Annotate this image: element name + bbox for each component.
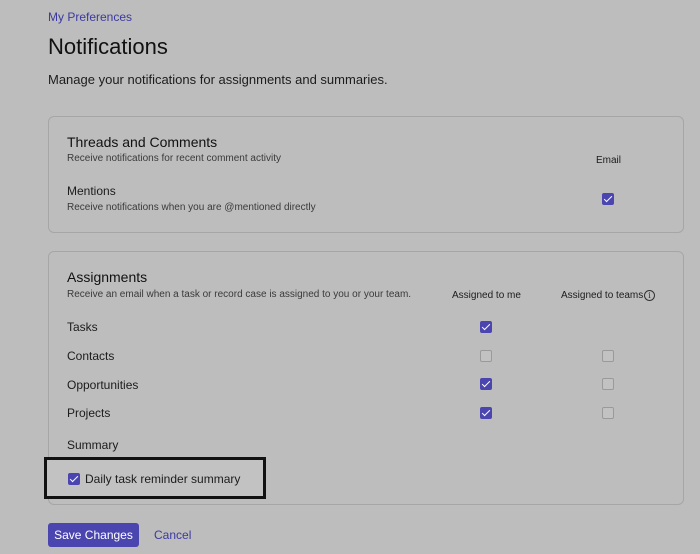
summary-section-label: Summary: [67, 438, 119, 452]
threads-card-title: Threads and Comments: [67, 134, 218, 150]
assignments-card-description: Receive an email when a task or record c…: [67, 289, 412, 300]
save-changes-button[interactable]: Save Changes: [48, 523, 139, 547]
assigned-to-me-header: Assigned to me: [452, 290, 521, 301]
assignments-card-title: Assignments: [67, 269, 148, 285]
cancel-button[interactable]: Cancel: [154, 528, 191, 542]
daily-summary-checkbox[interactable]: [68, 473, 80, 485]
projects-assigned-me-checkbox[interactable]: [480, 407, 492, 419]
page-subtitle: Manage your notifications for assignment…: [48, 72, 388, 87]
tasks-assigned-me-checkbox[interactable]: [480, 321, 492, 333]
mentions-description: Receive notifications when you are @ment…: [67, 202, 316, 213]
threads-card-description: Receive notifications for recent comment…: [67, 153, 281, 164]
opportunities-assigned-teams-checkbox[interactable]: [602, 378, 614, 390]
daily-summary-option[interactable]: Daily task reminder summary: [44, 457, 266, 499]
row-projects-label: Projects: [67, 406, 111, 420]
breadcrumb[interactable]: My Preferences: [48, 10, 132, 24]
email-column-header: Email: [596, 155, 622, 166]
info-icon[interactable]: i: [644, 290, 655, 301]
assigned-to-teams-header: Assigned to teams: [561, 290, 644, 301]
row-tasks-label: Tasks: [67, 320, 98, 334]
mentions-label: Mentions: [67, 184, 116, 198]
row-contacts-label: Contacts: [67, 349, 115, 363]
threads-comments-card: Threads and Comments Receive notificatio…: [48, 116, 684, 233]
contacts-assigned-teams-checkbox[interactable]: [602, 350, 614, 362]
page-title: Notifications: [48, 34, 168, 59]
opportunities-assigned-me-checkbox[interactable]: [480, 378, 492, 390]
contacts-assigned-me-checkbox[interactable]: [480, 350, 492, 362]
mentions-email-checkbox[interactable]: [602, 193, 614, 205]
projects-assigned-teams-checkbox[interactable]: [602, 407, 614, 419]
daily-summary-label: Daily task reminder summary: [85, 472, 241, 486]
row-opportunities-label: Opportunities: [67, 378, 139, 392]
